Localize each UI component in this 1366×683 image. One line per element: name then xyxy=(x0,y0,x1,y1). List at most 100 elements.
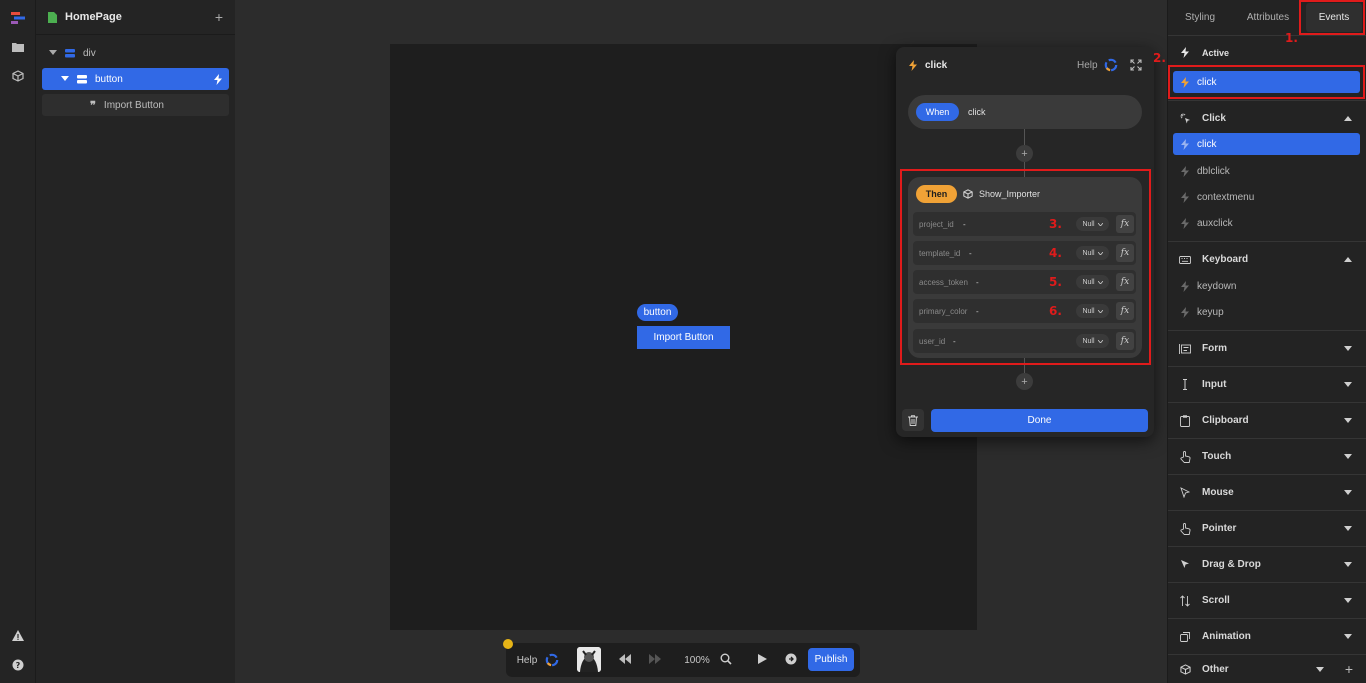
event-item-click[interactable]: click xyxy=(1173,133,1360,155)
collapse-caret-icon[interactable] xyxy=(61,76,69,82)
section-clipboard[interactable]: Clipboard xyxy=(1168,402,1366,438)
collapse-caret-icon[interactable] xyxy=(49,50,57,56)
bolt-icon xyxy=(1181,165,1189,177)
param-value[interactable]: - xyxy=(976,278,979,287)
chevron-up-icon[interactable] xyxy=(1344,116,1352,121)
add-page-icon[interactable]: + xyxy=(215,9,223,25)
bolt-icon xyxy=(1181,47,1189,58)
zoom-level[interactable]: 100% xyxy=(680,643,714,677)
layer-row-div[interactable]: div xyxy=(42,42,229,64)
event-item-keydown[interactable]: keydown xyxy=(1173,275,1360,297)
help-link[interactable]: Help xyxy=(1077,60,1098,71)
section-input[interactable]: Input xyxy=(1168,366,1366,402)
type-dropdown[interactable]: Null xyxy=(1076,275,1109,289)
add-step-icon[interactable]: + xyxy=(1016,373,1033,390)
section-pointer[interactable]: Pointer xyxy=(1168,510,1366,546)
section-other[interactable]: Other + xyxy=(1168,654,1366,683)
chevron-down-icon[interactable] xyxy=(1344,346,1352,351)
undo-rewind-icon[interactable] xyxy=(619,654,631,664)
chevron-down-icon[interactable] xyxy=(1316,666,1324,672)
chevron-down-icon[interactable] xyxy=(1344,418,1352,423)
section-title: Clipboard xyxy=(1202,415,1249,426)
help-link[interactable]: Help xyxy=(512,643,542,677)
done-button[interactable]: Done xyxy=(931,409,1148,432)
param-value[interactable]: - xyxy=(969,249,972,258)
fx-button[interactable]: fx xyxy=(1116,332,1134,350)
click-cursor-icon xyxy=(1168,113,1202,124)
animation-icon xyxy=(1168,631,1202,642)
add-event-icon[interactable]: + xyxy=(1345,661,1353,677)
param-name: user_id xyxy=(919,337,946,346)
type-dropdown[interactable]: Null xyxy=(1076,217,1109,231)
play-icon[interactable] xyxy=(758,654,767,664)
section-click[interactable]: Click xyxy=(1168,100,1366,136)
warning-icon[interactable] xyxy=(9,626,27,644)
layer-label: button xyxy=(95,73,123,85)
element-tag-badge: button xyxy=(637,304,678,321)
cube-icon[interactable] xyxy=(9,67,27,85)
tab-attributes[interactable]: Attributes xyxy=(1236,0,1300,35)
chevron-down-icon[interactable] xyxy=(1344,382,1352,387)
section-mouse[interactable]: Mouse xyxy=(1168,474,1366,510)
delete-trash-icon[interactable] xyxy=(902,409,924,431)
param-value[interactable]: - xyxy=(953,337,956,346)
layer-row-text[interactable]: ❞ Import Button xyxy=(42,94,229,116)
section-drag-drop[interactable]: Drag & Drop xyxy=(1168,546,1366,582)
param-name: access_token xyxy=(919,278,968,287)
help-ring-icon[interactable] xyxy=(1104,58,1118,72)
type-dropdown[interactable]: Null xyxy=(1076,304,1109,318)
preview-arrow-icon[interactable] xyxy=(785,653,797,665)
type-dropdown[interactable]: Null xyxy=(1076,246,1109,260)
section-form[interactable]: Form xyxy=(1168,330,1366,366)
zoom-icon[interactable] xyxy=(720,653,732,665)
publish-button[interactable]: Publish xyxy=(808,648,854,671)
layer-row-button[interactable]: button xyxy=(42,68,229,90)
drag-arrow-icon xyxy=(1168,559,1202,570)
folder-icon[interactable] xyxy=(9,38,27,56)
param-value[interactable]: - xyxy=(976,307,979,316)
tab-events[interactable]: Events xyxy=(1306,3,1362,32)
expand-icon[interactable] xyxy=(1130,59,1142,71)
fx-button[interactable]: fx xyxy=(1116,273,1134,291)
chevron-down-icon[interactable] xyxy=(1344,598,1352,603)
form-icon xyxy=(1168,343,1202,354)
param-value[interactable]: - xyxy=(963,220,966,229)
event-item-auxclick[interactable]: auxclick xyxy=(1173,212,1360,234)
type-dropdown[interactable]: Null xyxy=(1076,334,1109,348)
event-item-dblclick[interactable]: dblclick xyxy=(1173,160,1360,182)
chevron-down-icon[interactable] xyxy=(1344,562,1352,567)
clipboard-icon xyxy=(1168,414,1202,427)
fx-button[interactable]: fx xyxy=(1116,244,1134,262)
event-item-contextmenu[interactable]: contextmenu xyxy=(1173,186,1360,208)
chevron-down-icon[interactable] xyxy=(1344,454,1352,459)
add-step-icon[interactable]: + xyxy=(1016,145,1033,162)
then-pill: Then xyxy=(916,185,957,203)
import-button[interactable]: Import Button xyxy=(637,326,730,349)
help-circle-icon[interactable]: ? xyxy=(9,656,27,674)
fx-button[interactable]: fx xyxy=(1116,215,1134,233)
section-touch[interactable]: Touch xyxy=(1168,438,1366,474)
mouse-cursor-icon xyxy=(1168,487,1202,498)
chevron-down-icon[interactable] xyxy=(1344,490,1352,495)
section-animation[interactable]: Animation xyxy=(1168,618,1366,654)
section-keyboard[interactable]: Keyboard xyxy=(1168,241,1366,277)
section-scroll[interactable]: Scroll xyxy=(1168,582,1366,618)
section-title: Scroll xyxy=(1202,595,1230,606)
chevron-down-icon[interactable] xyxy=(1344,526,1352,531)
connector-line xyxy=(1024,358,1025,373)
section-title: Animation xyxy=(1202,631,1251,642)
active-event-click[interactable]: click xyxy=(1173,71,1360,93)
chevron-down-icon[interactable] xyxy=(1344,634,1352,639)
chevron-up-icon[interactable] xyxy=(1344,257,1352,262)
when-event-name: click xyxy=(968,107,986,117)
bolt-icon xyxy=(909,60,917,71)
event-item-keyup[interactable]: keyup xyxy=(1173,301,1360,323)
avatar[interactable] xyxy=(577,647,601,672)
tab-styling[interactable]: Styling xyxy=(1170,0,1230,35)
page-title: HomePage xyxy=(65,11,122,23)
fx-button[interactable]: fx xyxy=(1116,302,1134,320)
help-ring-icon[interactable] xyxy=(545,653,559,667)
redo-forward-icon[interactable] xyxy=(649,654,661,664)
event-bolt-icon xyxy=(214,73,222,85)
app-logo-icon[interactable] xyxy=(9,9,27,27)
